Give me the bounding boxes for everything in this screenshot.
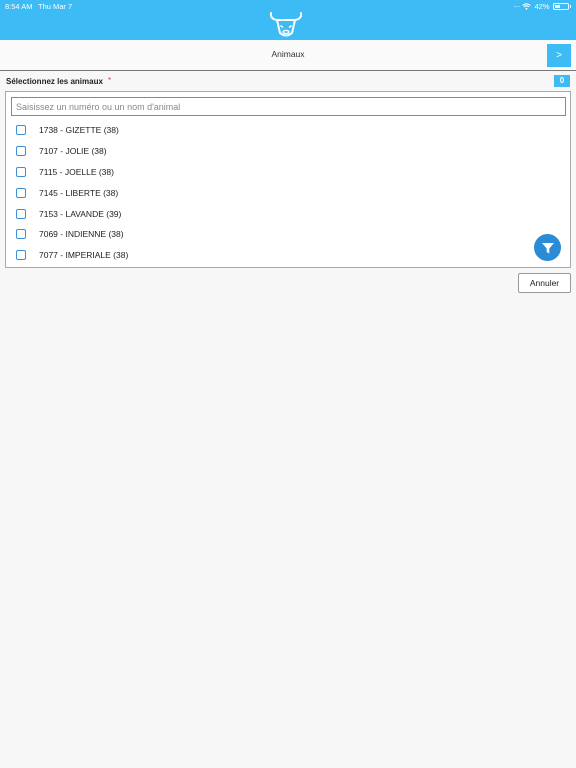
filter-funnel-icon [541,242,554,253]
animal-list-item[interactable]: 7153 - LAVANDE (39) [6,203,570,224]
battery-icon [552,2,569,10]
animal-list-item[interactable]: 1738 - GIZETTE (38) [6,120,570,141]
page-subheader: Animaux [0,40,576,71]
next-button[interactable]: > [547,44,571,67]
animal-list-item[interactable]: 7145 - LIBERTE (38) [6,182,570,203]
battery-tip [569,4,571,8]
animal-list-item[interactable]: 7077 - IMPERIALE (38) [6,245,570,266]
animal-label: 7077 - IMPERIALE (38) [39,250,129,261]
cow-head-icon [269,12,303,37]
status-date: Thu Mar 7 [38,2,73,11]
cancel-button[interactable]: Annuler [518,273,571,293]
animal-search-input[interactable] [11,97,566,116]
animal-label: 7115 - JOELLE (38) [39,166,114,177]
animal-label: 7069 - INDIENNE (38) [39,229,124,240]
animal-label: 7153 - LAVANDE (39) [39,208,122,219]
animal-checkbox[interactable] [16,166,26,177]
selected-count-badge: 0 [554,75,570,87]
filter-button[interactable] [534,234,561,261]
animal-checkbox[interactable] [16,187,26,198]
animal-list-item[interactable]: 7069 - INDIENNE (38) [6,224,570,245]
battery-percent: 42% [534,1,550,11]
animal-checkbox[interactable] [16,250,26,261]
status-time: 8:54 AM [5,2,33,11]
animal-list-item[interactable]: 7107 - JOLIE (38) [6,141,570,162]
animal-label: 7107 - JOLIE (38) [39,146,107,157]
status-indicators: ..... 42% [514,1,571,11]
select-animals-label: Sélectionnez les animaux [6,77,103,86]
animal-list-panel: 1738 - GIZETTE (38) 7107 - JOLIE (38) 71… [5,91,571,268]
animal-checkbox[interactable] [16,146,26,157]
wifi-icon [522,2,532,10]
page-title: Animaux [271,49,305,59]
required-marker: * [108,76,112,85]
signal-icon: ..... [513,3,520,9]
app-header: 8:54 AM Thu Mar 7 ..... 42% [0,0,576,40]
animal-label: 7145 - LIBERTE (38) [39,187,119,198]
animal-checkbox[interactable] [16,125,26,136]
animal-label: 1738 - GIZETTE (38) [39,125,119,136]
animal-checkbox[interactable] [16,208,26,219]
animal-list: 1738 - GIZETTE (38) 7107 - JOLIE (38) 71… [6,120,570,266]
animal-list-item[interactable]: 7115 - JOELLE (38) [6,162,570,183]
animal-checkbox[interactable] [16,229,26,240]
